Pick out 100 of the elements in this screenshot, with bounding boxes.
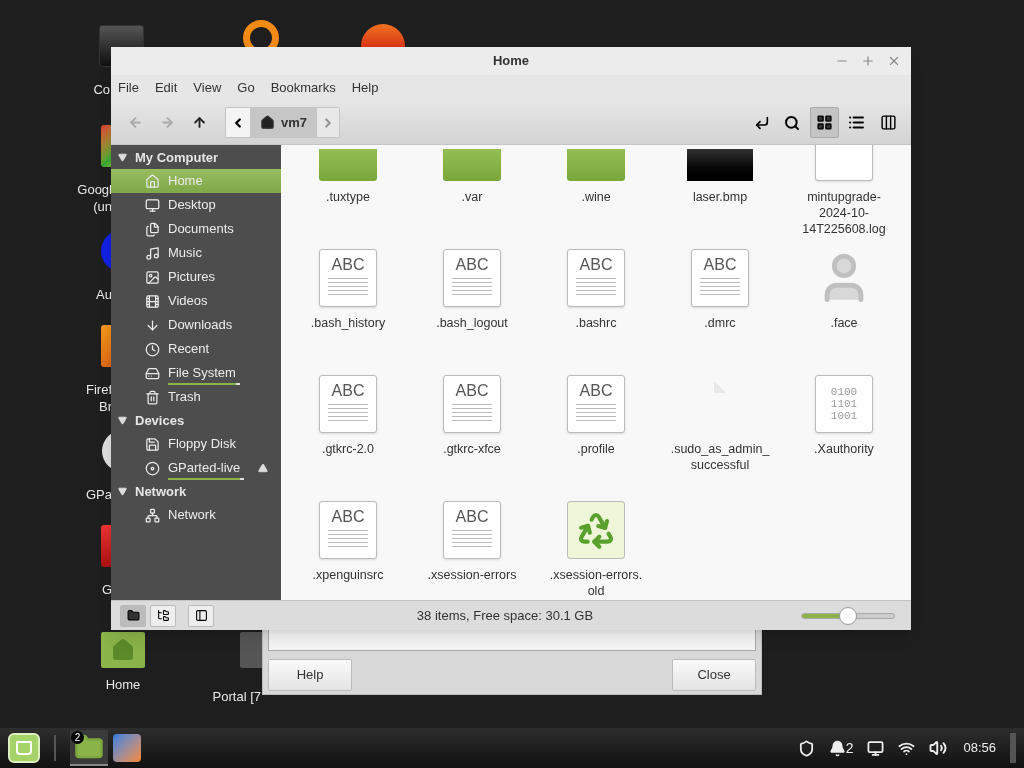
eject-button[interactable] <box>258 463 269 473</box>
menu-item[interactable]: Bookmarks <box>270 78 336 98</box>
eject-icon <box>258 463 269 473</box>
tree-pane-button[interactable] <box>150 604 176 627</box>
forward-icon <box>159 115 175 130</box>
status-text: 38 items, Free space: 30.1 GB <box>415 606 595 625</box>
close-button[interactable] <box>887 54 901 68</box>
sidebar-item[interactable]: Trash <box>111 385 281 409</box>
zoom-thumb[interactable] <box>839 606 857 625</box>
drive-icon <box>145 365 160 381</box>
listing-tile[interactable]: 0100 1101 1001 .Xauthority <box>782 367 906 493</box>
home-icon <box>260 115 275 130</box>
expander-icon <box>118 487 127 496</box>
menu-button[interactable] <box>8 733 40 763</box>
sidebar-item[interactable]: Pictures <box>111 265 281 289</box>
desktop-icon-label[interactable]: Googl (un <box>77 181 112 215</box>
folder-icon <box>443 149 501 181</box>
sidebar-item[interactable]: Network <box>111 503 281 527</box>
sidebar-item[interactable]: File System <box>111 361 281 385</box>
expander-icon <box>118 153 127 162</box>
home-folder-icon <box>101 632 145 668</box>
menu-item[interactable]: View <box>193 78 222 98</box>
sidebar-section[interactable]: My Computer <box>111 146 281 169</box>
listing-tile[interactable]: ABC .xpenguinsrc <box>286 493 410 600</box>
grid-icon <box>816 114 833 131</box>
file-manager-button[interactable]: 2 <box>70 730 108 766</box>
folder-icon <box>567 149 625 181</box>
listing-tile[interactable]: ABC .bash_logout <box>410 241 534 367</box>
listing-tile[interactable]: ABC .bashrc <box>534 241 658 367</box>
listing-tile[interactable]: .tuxtype <box>286 145 410 241</box>
back-icon <box>127 115 143 130</box>
return-arrow-icon <box>754 114 770 131</box>
search-icon <box>784 114 800 131</box>
menu-item[interactable]: Go <box>237 78 255 98</box>
listing-tile[interactable]: .xsession-errors.old <box>534 493 658 600</box>
tree-icon <box>156 609 170 622</box>
dialog-button[interactable]: Close <box>672 659 756 691</box>
shield-icon[interactable] <box>797 739 815 757</box>
sidebar-item[interactable]: GParted-live <box>111 456 281 480</box>
menu-item[interactable]: Help <box>351 78 379 98</box>
sidebar-toggle-button[interactable] <box>188 604 214 627</box>
desktop-icon-label[interactable]: Portal [7 <box>212 688 261 705</box>
listing-tile[interactable]: .sudo_as_admin_successful <box>658 367 782 493</box>
desktop-icon-label[interactable]: Co <box>93 81 110 98</box>
mint-logo-icon <box>16 741 32 755</box>
panel-icon <box>194 609 208 622</box>
desktop-icon-label[interactable]: GPa <box>86 486 112 503</box>
volume-icon[interactable] <box>929 739 948 757</box>
listing-tile[interactable]: mintupgrade-2024-10-14T225608.log <box>782 145 906 241</box>
download-icon <box>145 317 160 333</box>
path-button[interactable]: vm7 <box>250 108 318 137</box>
bell-icon <box>828 739 846 757</box>
listing-tile[interactable]: ABC .gtkrc-2.0 <box>286 367 410 493</box>
listing-tile[interactable]: ABC .dmrc <box>658 241 782 367</box>
text-file-icon: ABC <box>443 375 501 433</box>
text-field[interactable] <box>268 629 756 651</box>
expander-icon <box>118 416 127 425</box>
desktop-icon-label[interactable]: Firef Br <box>86 381 112 415</box>
music-icon <box>145 245 160 261</box>
listing-tile[interactable]: .face <box>782 241 906 367</box>
desktop-icon-label[interactable]: Home <box>105 676 141 693</box>
desktop-icon-label[interactable]: G <box>101 581 112 598</box>
listing-tile[interactable]: ABC .profile <box>534 367 658 493</box>
monitor-icon <box>145 197 160 213</box>
window-title: Home <box>492 52 530 71</box>
sidebar-section[interactable]: Network <box>111 480 281 503</box>
places-pane-button[interactable] <box>120 604 146 627</box>
notifications-button[interactable]: 2 <box>828 737 854 759</box>
path-left-button[interactable] <box>226 108 250 137</box>
listing-tile[interactable]: ABC .xsession-errors <box>410 493 534 600</box>
documents-icon <box>145 221 160 237</box>
listing-tile[interactable]: .wine <box>534 145 658 241</box>
view-button[interactable] <box>810 107 839 138</box>
text-file-icon: ABC <box>691 249 749 307</box>
recycle-file-icon <box>567 501 625 559</box>
text-file-icon: ABC <box>319 501 377 559</box>
desktop-icon-label[interactable]: Au <box>96 286 112 303</box>
listing-tile[interactable]: ABC .gtkrc-xfce <box>410 367 534 493</box>
sidebar-item[interactable]: Recent <box>111 337 281 361</box>
listing-tile[interactable]: ABC .bash_history <box>286 241 410 367</box>
up-icon <box>191 115 207 130</box>
listing-tile[interactable]: .var <box>410 145 534 241</box>
trash-icon <box>145 389 160 405</box>
picture-icon <box>145 269 160 285</box>
text-file-icon: ABC <box>567 249 625 307</box>
menu-item[interactable]: File <box>118 78 139 98</box>
sidebar-item[interactable]: Documents <box>111 217 281 241</box>
sidebar-item[interactable]: Downloads <box>111 313 281 337</box>
sidebar-item[interactable]: Music <box>111 241 281 265</box>
sidebar-item[interactable]: Videos <box>111 289 281 313</box>
sidebar-section[interactable]: Devices <box>111 409 281 432</box>
listing-tile[interactable]: laser.bmp <box>658 145 782 241</box>
dialog-button[interactable]: Help <box>268 659 352 691</box>
screen-icon[interactable] <box>867 739 885 757</box>
close-icon <box>887 54 901 68</box>
menu-item[interactable]: Edit <box>154 78 178 98</box>
sidebar-item[interactable]: Floppy Disk <box>111 432 281 456</box>
sidebar-item[interactable]: Desktop <box>111 193 281 217</box>
film-icon <box>145 293 160 309</box>
image-thumbnail <box>687 149 753 181</box>
